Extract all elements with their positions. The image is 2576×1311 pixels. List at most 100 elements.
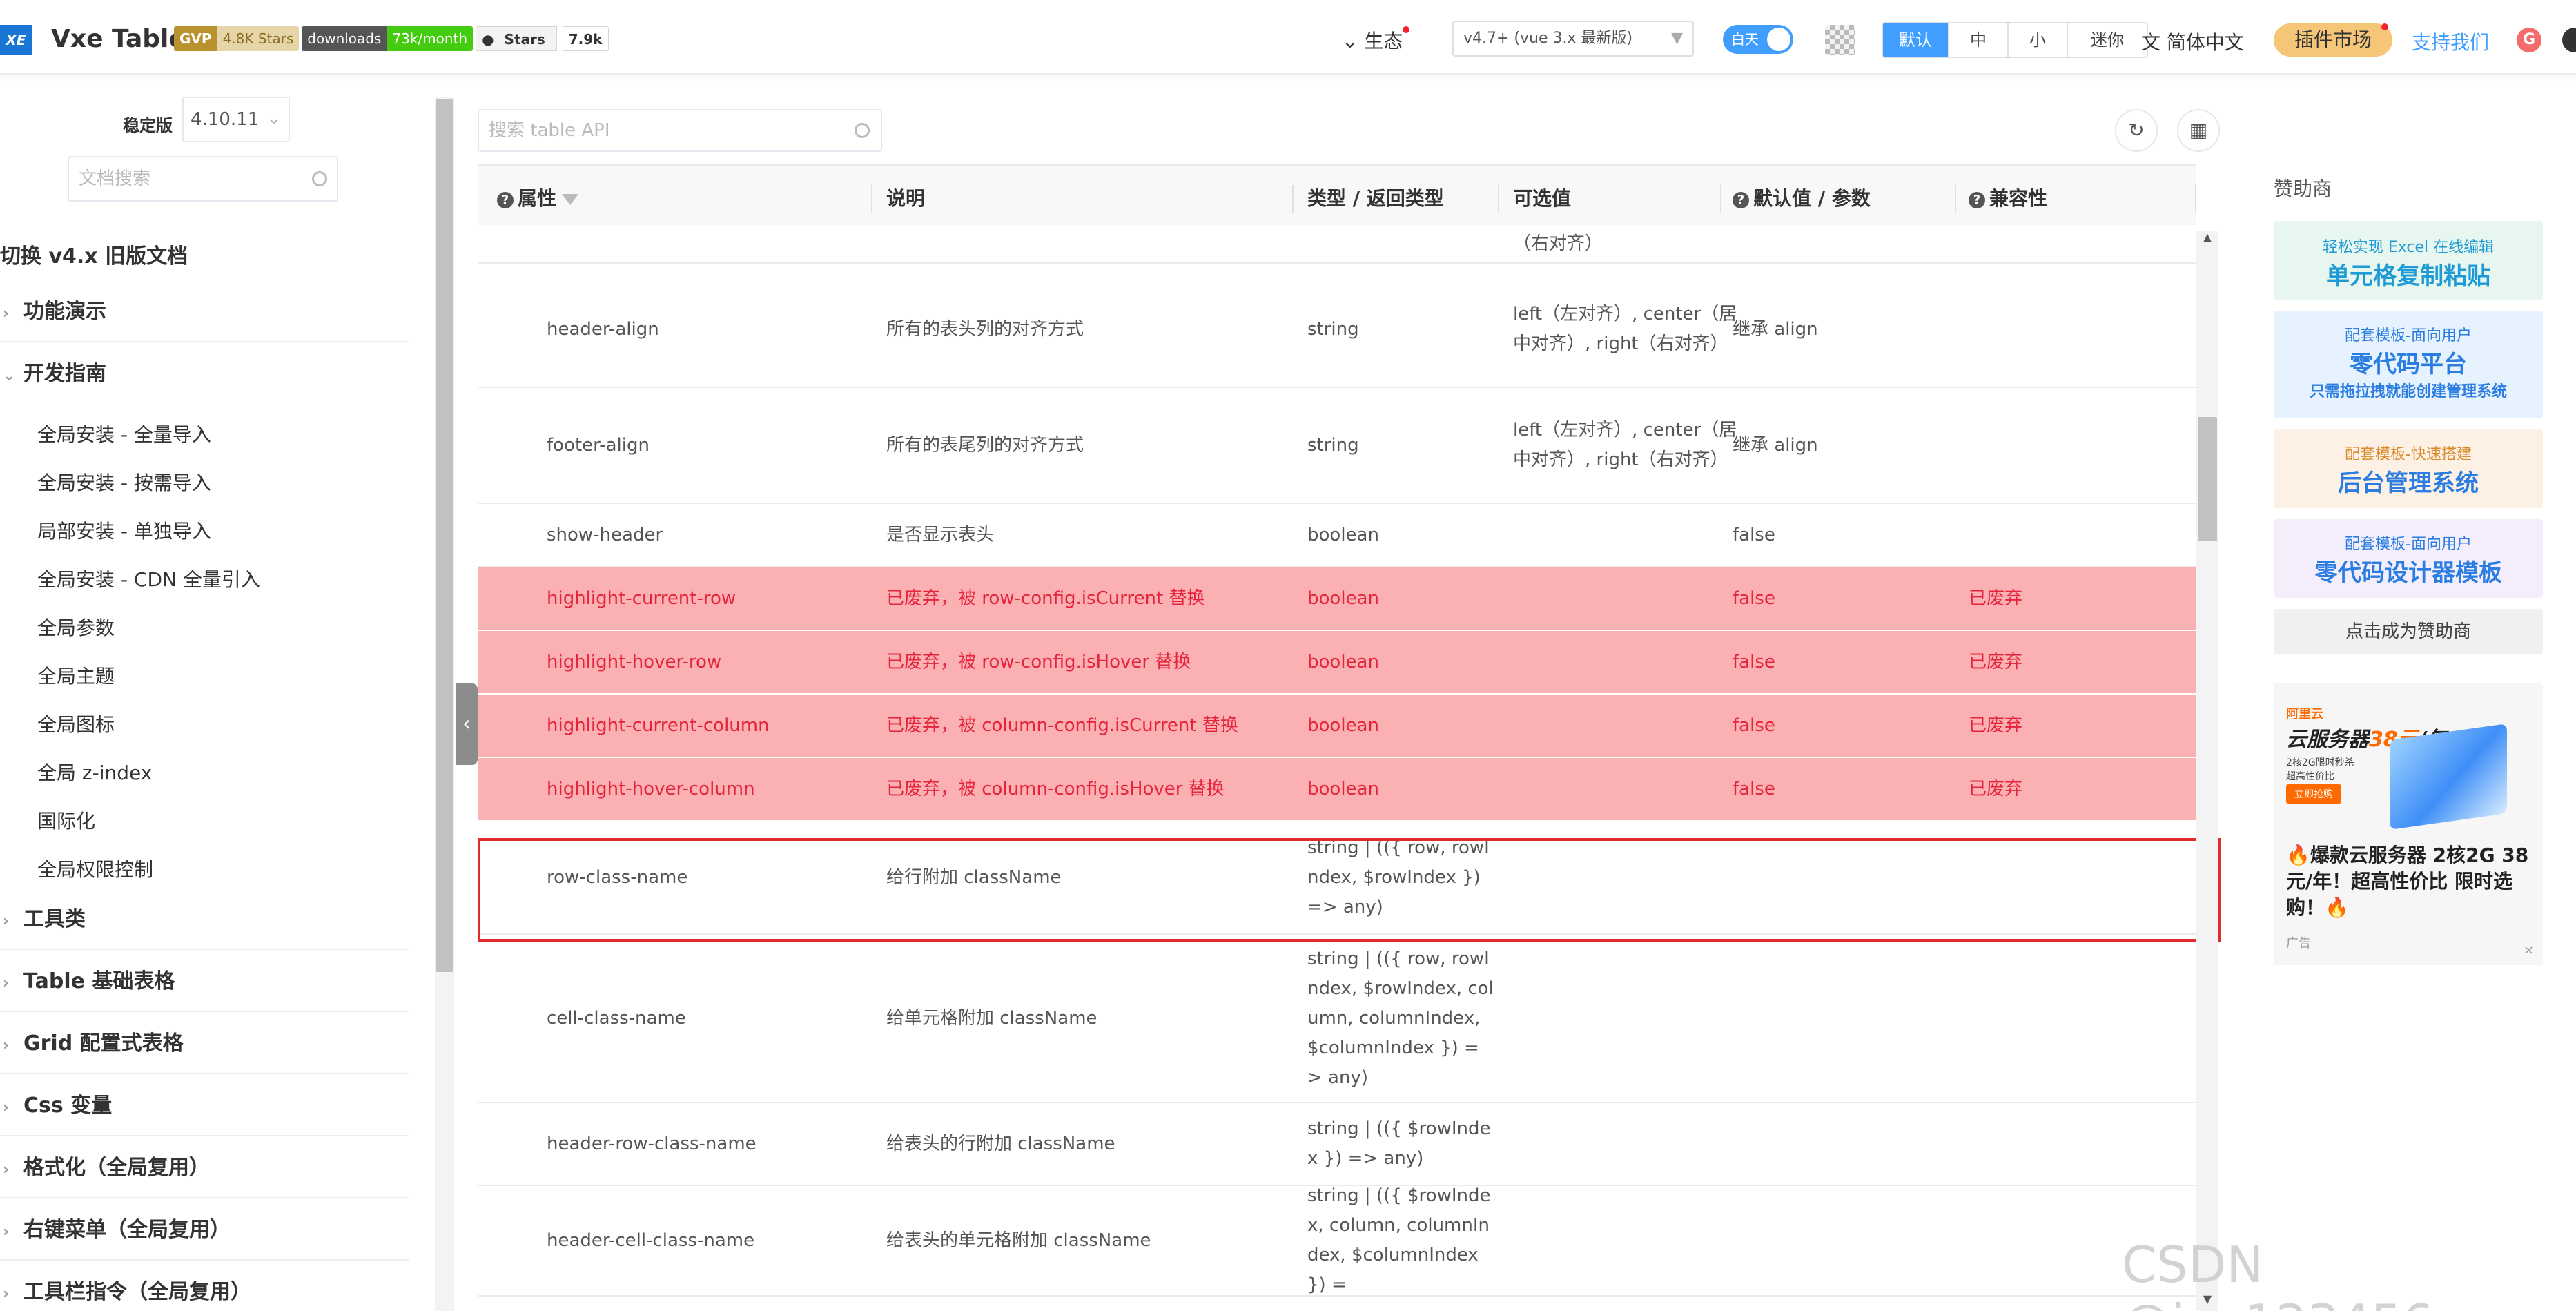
sponsor-admin-system[interactable]: 配套模板-快速搭建 后台管理系统	[2274, 429, 2543, 508]
table-row[interactable]: header-cell-class-name 给表头的单元格附加 classNam…	[478, 1185, 2196, 1297]
table-row[interactable]: header-row-class-name 给表头的行附加 className st…	[478, 1103, 2196, 1186]
stable-version-select[interactable]: 4.10.11 ⌄	[182, 97, 290, 142]
nav-item-global-theme[interactable]: 全局主题	[37, 661, 115, 689]
become-sponsor-button[interactable]: 点击成为赞助商	[2274, 609, 2543, 654]
gitee-icon[interactable]: G	[2517, 28, 2541, 52]
vxe-logo-icon[interactable]: XE	[0, 25, 32, 55]
cell-values	[1513, 1103, 1741, 1185]
github-icon[interactable]	[2562, 28, 2576, 52]
cell-type: boolean	[1307, 715, 1379, 736]
sponsor-line2: 单元格复制粘贴	[2326, 262, 2490, 290]
size-medium-button[interactable]: 中	[1948, 23, 2007, 57]
size-small-button[interactable]: 小	[2007, 23, 2067, 57]
nav-item-global-install-full[interactable]: 全局安装 - 全量导入	[37, 420, 211, 447]
ad-cta-button[interactable]: 立即抢购	[2286, 784, 2341, 804]
table-row[interactable]: highlight-current-row 已废弃，被 row-config.is…	[478, 567, 2196, 631]
chevron-right-icon: ›	[3, 1037, 10, 1054]
table-row[interactable]: show-header 是否显示表头 boolean false	[478, 504, 2196, 567]
sponsor-line3: 只需拖拉拽就能创建管理系统	[2309, 383, 2507, 400]
collapse-sidebar-button[interactable]: ‹	[456, 683, 478, 765]
column-divider[interactable]	[1720, 185, 1721, 213]
cell-desc: 所有的表头列的对齐方式	[886, 318, 1084, 340]
sponsors-title: 赞助商	[2274, 177, 2332, 200]
nav-group-context-menu[interactable]: › 右键菜单（全局复用）	[0, 1200, 409, 1261]
github-stars-badge[interactable]: ● Stars 7.9k	[476, 26, 609, 51]
nav-group-css-vars[interactable]: › Css 变量	[0, 1076, 409, 1136]
nav-item-local-install[interactable]: 局部安装 - 单独导入	[37, 516, 211, 544]
ad-text[interactable]: 🔥爆款云服务器 2核2G 38元/年！超高性价比 限时选购！🔥	[2286, 842, 2535, 921]
table-row[interactable]: highlight-current-column 已废弃，被 column-con…	[478, 695, 2196, 758]
sponsor-designer-template[interactable]: 配套模板-面向用户 零代码设计器模板	[2274, 519, 2543, 598]
version-select[interactable]: v4.7+ (vue 3.x 最新版) ▼	[1452, 21, 1694, 57]
cell-default: false	[1733, 524, 1775, 545]
qrcode-icon[interactable]	[1825, 25, 1855, 55]
api-search-input[interactable]: 搜索 table API	[478, 109, 882, 152]
cell-desc: 已废弃，被 column-config.isHover 替换	[886, 778, 1224, 799]
help-icon: ?	[1733, 192, 1749, 208]
sponsor-excel[interactable]: 轻松实现 Excel 在线编辑 单元格复制粘贴	[2274, 221, 2543, 300]
column-divider[interactable]	[1498, 185, 1499, 213]
table-row[interactable]: highlight-hover-row 已废弃，被 row-config.isHo…	[478, 631, 2196, 695]
brand-title[interactable]: Vxe Table	[51, 25, 186, 53]
theme-toggle[interactable]: 白天	[1723, 25, 1793, 54]
table-row[interactable]: header-align 所有的表头列的对齐方式 string left（左对齐）, …	[478, 272, 2196, 388]
scroll-up-arrow-icon[interactable]: ▲	[2199, 231, 2216, 244]
nav-item-cdn-install[interactable]: 全局安装 - CDN 全量引入	[37, 565, 260, 592]
column-divider[interactable]	[1292, 185, 1294, 213]
table-row[interactable]: footer-align 所有的表尾列的对齐方式 string left（左对齐）, …	[478, 388, 2196, 504]
downloads-badge[interactable]: downloads 73k/month	[302, 26, 474, 51]
switch-legacy-docs-link[interactable]: 切换 v4.x 旧版文档	[0, 239, 188, 269]
gvp-badge[interactable]: GVP 4.8K Stars	[174, 26, 300, 51]
table-row[interactable]: row-class-name 给行附加 className string | (({…	[478, 822, 2196, 935]
filter-icon[interactable]	[562, 194, 579, 205]
ad-small-text: 2核2G限时秒杀	[2286, 757, 2354, 768]
plugin-market-button[interactable]: 插件市场	[2274, 23, 2393, 57]
downloads-badge-label: downloads	[302, 26, 387, 51]
nav-group-table[interactable]: › Table 基础表格	[0, 951, 409, 1012]
nav-item-permission[interactable]: 全局权限控制	[37, 855, 153, 882]
nav-item-global-params[interactable]: 全局参数	[37, 613, 115, 641]
table-header: ? 属性 说明 类型 / 返回类型 可选值 ? 默认值 / 参数 ? 兼容性	[478, 166, 2196, 232]
size-mini-button[interactable]: 迷你	[2067, 23, 2147, 57]
support-link[interactable]: 支持我们	[2412, 28, 2489, 55]
nav-item-global-icons[interactable]: 全局图标	[37, 710, 115, 737]
sponsor-lowcode-platform[interactable]: 配套模板-面向用户 零代码平台 只需拖拉拽就能创建管理系统	[2274, 311, 2543, 418]
nav-group-dev-guide[interactable]: ⌄ 开发指南	[0, 344, 409, 405]
table-row[interactable]: highlight-hover-column 已废弃，被 column-confi…	[478, 758, 2196, 822]
refresh-button[interactable]: ↻	[2115, 109, 2158, 152]
nav-group-formatter[interactable]: › 格式化（全局复用）	[0, 1138, 409, 1198]
chevron-right-icon: ›	[3, 1223, 10, 1241]
cell-default	[1733, 822, 1940, 933]
ecosystem-menu[interactable]: ⌄ 生态	[1342, 26, 1410, 54]
column-divider[interactable]	[1955, 185, 1956, 213]
nav-group-toolbar-commands[interactable]: › 工具栏指令（全局复用）	[0, 1262, 409, 1311]
nav-group-label: 工具栏指令（全局复用）	[23, 1280, 251, 1304]
cell-type: string | (({ $rowIndex }) => any)	[1307, 1118, 1491, 1169]
doc-search-input[interactable]: 文档搜索	[68, 156, 338, 202]
cell-type: boolean	[1307, 587, 1379, 609]
nav-group-grid[interactable]: › Grid 配置式表格	[0, 1013, 409, 1074]
nav-item-global-zindex[interactable]: 全局 z-index	[37, 758, 152, 786]
nav-item-global-install-on-demand[interactable]: 全局安装 - 按需导入	[37, 468, 211, 496]
table-scrollbar[interactable]	[2196, 231, 2218, 1311]
nav-group-demos[interactable]: › 功能演示	[0, 282, 409, 342]
close-icon[interactable]: ×	[2524, 943, 2534, 958]
sidebar-scrollbar-thumb[interactable]	[436, 99, 453, 972]
nav-item-i18n[interactable]: 国际化	[37, 806, 95, 834]
ad-brand: 阿里云	[2286, 707, 2323, 721]
th-name[interactable]: ? 属性	[497, 166, 579, 232]
top-header: XE Vxe Table GVP 4.8K Stars downloads 73…	[0, 0, 2576, 75]
language-switch[interactable]: 文 简体中文	[2141, 28, 2244, 55]
nav-group-tools[interactable]: › 工具类	[0, 889, 409, 950]
ad-banner[interactable]: 阿里云 云服务器38元/年 2核2G限时秒杀 超高性价比 立即抢购 🔥爆款云服务…	[2274, 683, 2543, 965]
cell-default	[1733, 1186, 1940, 1295]
gvp-badge-label: GVP	[174, 26, 217, 51]
size-default-button[interactable]: 默认	[1883, 23, 1948, 57]
table-scrollbar-thumb[interactable]	[2198, 417, 2217, 541]
column-divider[interactable]	[2195, 185, 2196, 213]
column-settings-button[interactable]: ▦	[2177, 109, 2220, 152]
table-row[interactable]: （右对齐）	[478, 225, 2196, 264]
cell-name	[547, 225, 871, 262]
column-divider[interactable]	[871, 185, 872, 213]
table-row[interactable]: cell-class-name 给单元格附加 className string | …	[478, 935, 2196, 1103]
